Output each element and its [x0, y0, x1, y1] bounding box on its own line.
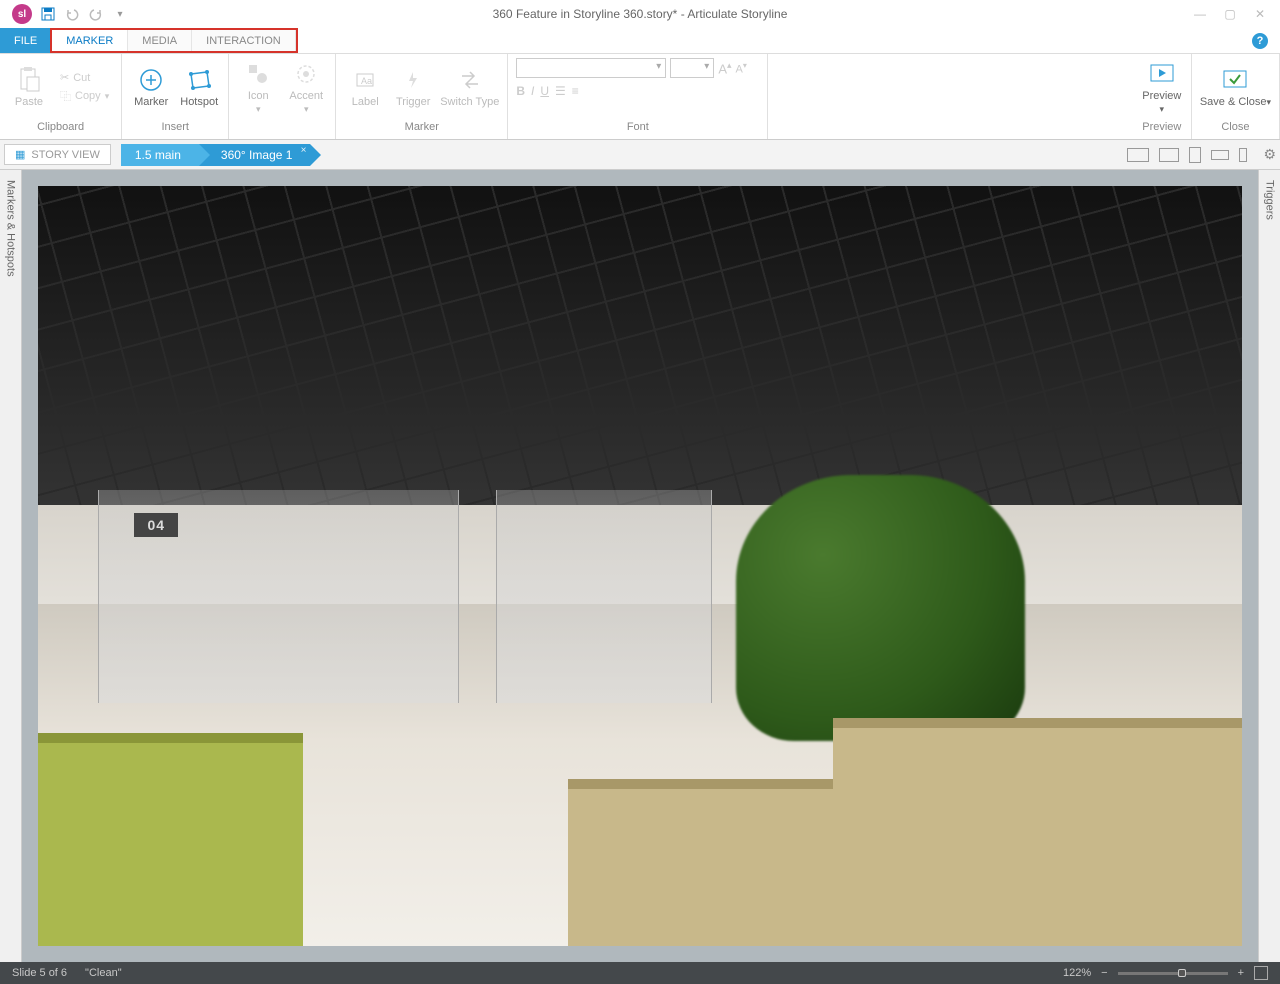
editor-area: Markers & Hotspots 04 Triggers	[0, 170, 1280, 962]
ribbon-tabs: FILE MARKER MEDIA INTERACTION ?	[0, 28, 1280, 54]
save-close-button[interactable]: Save & Close▾	[1200, 66, 1271, 108]
switch-type-button[interactable]: Switch Type	[440, 66, 499, 108]
right-panel-triggers[interactable]: Triggers	[1258, 170, 1280, 962]
hotspot-button[interactable]: Hotspot	[178, 66, 220, 108]
ribbon-group-marker: Aa Label Trigger Switch Type Marker	[336, 54, 508, 139]
ribbon-group-insert: Marker Hotspot Insert	[122, 54, 229, 139]
marker-button[interactable]: Marker	[130, 66, 172, 108]
grow-font-icon[interactable]: A▴	[718, 60, 731, 76]
ribbon-group-close: Save & Close▾ Close	[1192, 54, 1280, 139]
redo-icon[interactable]	[88, 6, 104, 22]
status-layout-name: "Clean"	[85, 967, 122, 979]
preview-icon	[1148, 60, 1176, 88]
underline-button[interactable]: U	[540, 84, 549, 98]
shrink-font-icon[interactable]: A▾	[736, 61, 747, 76]
bold-button[interactable]: B	[516, 84, 525, 98]
canvas-area[interactable]: 04	[22, 170, 1258, 962]
zoom-slider[interactable]	[1118, 972, 1228, 975]
status-slide-number: Slide 5 of 6	[12, 967, 67, 979]
minimize-button[interactable]: —	[1192, 6, 1208, 22]
accent-icon	[292, 60, 320, 88]
numbering-icon[interactable]: ≡	[572, 84, 579, 98]
group-label-close: Close	[1192, 121, 1279, 139]
save-icon[interactable]	[40, 6, 56, 22]
zoom-percent[interactable]: 122%	[1063, 967, 1091, 979]
cut-button[interactable]: ✂ Cut	[56, 70, 113, 85]
app-badge-icon: sl	[12, 4, 32, 24]
scene-partition	[496, 490, 713, 703]
switch-icon	[456, 66, 484, 94]
ribbon: Paste ✂ Cut ⿻ Copy ▾ Clipboard	[0, 54, 1280, 140]
view-phone-landscape-icon[interactable]	[1211, 150, 1229, 160]
group-label-insert: Insert	[122, 121, 228, 139]
view-phone-portrait-icon[interactable]	[1239, 148, 1247, 162]
scene-desk	[833, 718, 1242, 946]
tab-media[interactable]: MEDIA	[128, 30, 192, 51]
zoom-out-button[interactable]: −	[1101, 967, 1107, 979]
copy-button[interactable]: ⿻ Copy ▾	[56, 87, 113, 105]
ribbon-group-icon-accent: Icon▾ Accent▾	[229, 54, 336, 139]
tab-file[interactable]: FILE	[0, 28, 51, 53]
help-icon[interactable]: ?	[1252, 33, 1268, 49]
tab-marker[interactable]: MARKER	[52, 30, 128, 51]
status-bar: Slide 5 of 6 "Clean" 122% − +	[0, 962, 1280, 984]
close-window-button[interactable]: ✕	[1252, 6, 1268, 22]
hotspot-icon	[185, 66, 213, 94]
slide-360-image[interactable]: 04	[38, 186, 1242, 946]
view-tablet-landscape-icon[interactable]	[1159, 148, 1179, 162]
italic-button[interactable]: I	[531, 84, 534, 98]
save-close-icon	[1221, 66, 1249, 94]
view-tablet-portrait-icon[interactable]	[1189, 147, 1201, 163]
label-button[interactable]: Aa Label	[344, 66, 386, 108]
breadcrumb-bar: ▦ STORY VIEW 1.5 main 360° Image 1 × ⚙	[0, 140, 1280, 170]
group-label-marker: Marker	[336, 121, 507, 139]
group-label-font: Font	[508, 121, 767, 139]
story-view-button[interactable]: ▦ STORY VIEW	[4, 144, 111, 165]
undo-icon[interactable]	[64, 6, 80, 22]
scene-desk	[38, 733, 303, 946]
ribbon-group-preview: Preview▾ Preview	[1133, 54, 1192, 139]
paste-button[interactable]: Paste	[8, 66, 50, 108]
group-label-preview: Preview	[1133, 121, 1191, 139]
maximize-button[interactable]: ▢	[1222, 6, 1238, 22]
left-panel-markers-hotspots[interactable]: Markers & Hotspots	[0, 170, 22, 962]
right-panel-label: Triggers	[1264, 170, 1276, 220]
label-icon: Aa	[351, 66, 379, 94]
bullets-icon[interactable]: ☰	[555, 84, 566, 98]
marker-plus-icon	[137, 66, 165, 94]
breadcrumb-close-icon[interactable]: ×	[301, 145, 307, 156]
left-panel-label: Markers & Hotspots	[5, 170, 17, 277]
trigger-button[interactable]: Trigger	[392, 66, 434, 108]
highlighted-tab-group: MARKER MEDIA INTERACTION	[50, 28, 297, 53]
ribbon-group-clipboard: Paste ✂ Cut ⿻ Copy ▾ Clipboard	[0, 54, 122, 139]
paste-icon	[15, 66, 43, 94]
fit-to-window-icon[interactable]	[1254, 966, 1268, 980]
scene-ceiling	[38, 186, 1242, 505]
accent-button[interactable]: Accent▾	[285, 60, 327, 114]
group-label-clipboard: Clipboard	[0, 121, 121, 139]
preview-button[interactable]: Preview▾	[1141, 60, 1183, 114]
qat-customize-icon[interactable]: ▾	[112, 6, 128, 22]
tab-interaction[interactable]: INTERACTION	[192, 30, 296, 51]
svg-text:Aa: Aa	[361, 76, 372, 86]
view-mode-icons: ⚙	[1127, 146, 1276, 163]
lightning-icon	[399, 66, 427, 94]
copy-icon: ⿻	[60, 88, 71, 104]
shape-icon	[244, 60, 272, 88]
font-family-select[interactable]: ▾	[516, 58, 666, 78]
font-size-select[interactable]: ▾	[670, 58, 714, 78]
title-bar: sl ▾ 360 Feature in Storyline 360.story*…	[0, 0, 1280, 28]
icon-button[interactable]: Icon▾	[237, 60, 279, 114]
view-desktop-icon[interactable]	[1127, 148, 1149, 162]
gear-icon[interactable]: ⚙	[1263, 146, 1276, 163]
breadcrumb-item-2[interactable]: 360° Image 1 ×	[199, 144, 311, 166]
breadcrumb-item-1[interactable]: 1.5 main	[121, 144, 199, 166]
scissors-icon: ✂	[60, 71, 69, 84]
ribbon-group-font: ▾ ▾ A▴ A▾ B I U ☰ ≡ Font	[508, 54, 768, 139]
zoom-in-button[interactable]: +	[1238, 967, 1244, 979]
story-view-icon: ▦	[15, 148, 25, 161]
scene-sign: 04	[134, 513, 178, 537]
window-title: 360 Feature in Storyline 360.story* - Ar…	[493, 7, 788, 21]
scene-plant-wall	[736, 475, 1025, 741]
